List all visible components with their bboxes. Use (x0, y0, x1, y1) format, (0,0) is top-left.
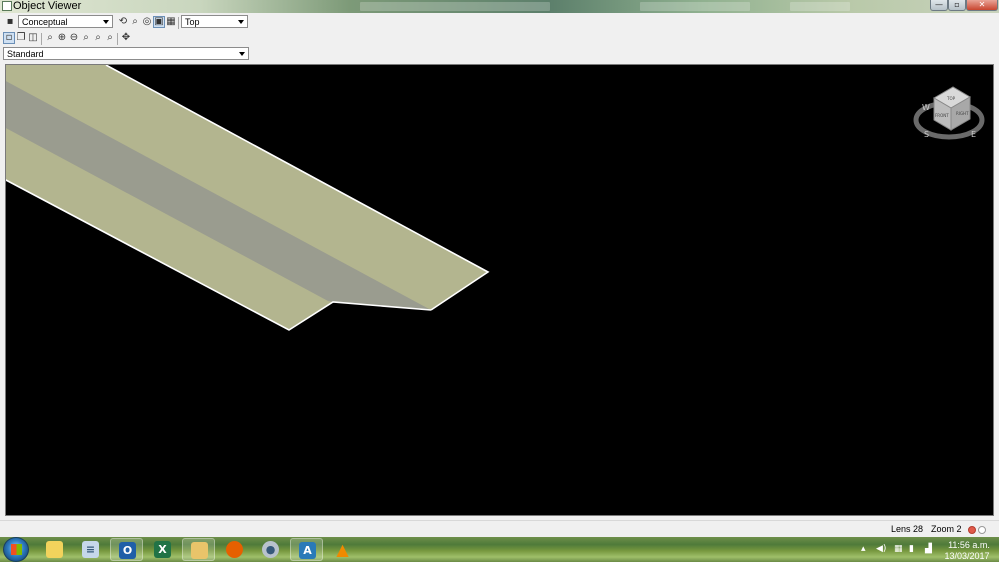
view-dropdown[interactable]: Top (181, 15, 248, 28)
action-center-icon[interactable]: ▮ (909, 544, 914, 554)
taskbar-notepad-button[interactable]: ≡ (74, 538, 107, 561)
chevron-down-icon (103, 20, 109, 24)
view-copy-icon[interactable]: ❐ (15, 32, 27, 44)
toolbar-separator (117, 33, 118, 45)
taskbar-vlc-button[interactable]: ▲ (326, 538, 359, 561)
taskbar-autocad-button[interactable]: A (290, 538, 323, 561)
background-window-title (360, 2, 550, 11)
ucs-dropdown[interactable]: Standard (3, 47, 249, 60)
zoom-out-icon[interactable]: ⊖ (68, 32, 80, 44)
viewcube[interactable]: W S E TOP FRONT RIGHT (913, 86, 985, 140)
toolbar-row-3: Standard (0, 47, 999, 63)
firefox-icon (226, 541, 243, 558)
preview-icon[interactable]: ▣ (153, 16, 165, 28)
compass-east-label: E (971, 130, 976, 139)
volume-icon[interactable]: ◀) (876, 544, 886, 554)
taskbar-outlook-button[interactable]: O (110, 538, 143, 561)
visual-style-dropdown[interactable]: Conceptual (18, 15, 113, 28)
outlook-icon: O (119, 542, 136, 559)
taskbar-excel-button[interactable]: X (146, 538, 179, 561)
title-bar: Object Viewer — ▫ ✕ (0, 0, 999, 13)
windows-logo-icon (11, 544, 22, 555)
background-window-title (790, 2, 850, 11)
excel-icon: X (154, 541, 171, 558)
chevron-down-icon (238, 20, 244, 24)
visual-style-value: Conceptual (22, 17, 68, 27)
show-hidden-icons-icon[interactable]: ▴ (861, 544, 866, 554)
view-cube-icon[interactable]: ▫ (3, 32, 15, 44)
gallery-icon[interactable]: ▦ (165, 16, 177, 28)
toolbar-separator (178, 17, 179, 29)
app-icon (2, 1, 12, 11)
model-canvas: W S E TOP FRONT RIGHT (6, 65, 985, 331)
road-surface (6, 65, 488, 330)
zoom-window-icon[interactable]: ⌕ (80, 32, 92, 44)
cube-front-label: FRONT (935, 113, 949, 118)
vlc-icon: ▲ (336, 540, 349, 559)
compass-south-label: S (924, 130, 929, 139)
minimize-button[interactable]: — (930, 0, 948, 11)
taskbar: ≡ O X ● A ▲ ▴ ◀) ▦ ▮ ▟ (0, 537, 999, 562)
view-value: Top (185, 17, 200, 27)
taskbar-chat-button[interactable]: ● (254, 538, 287, 561)
zoom-realtime-icon[interactable]: ⌕ (44, 32, 56, 44)
clock-date[interactable]: 13/03/2017 (942, 551, 992, 561)
chat-icon: ● (262, 541, 279, 558)
status-bar: Lens 28 Zoom 2 (0, 520, 999, 537)
cube-right-label: RIGHT (956, 111, 969, 116)
toolbar-row-1: ▪ Conceptual ⟲ ⌕ ◎ ▣ ▦ Top (0, 15, 999, 31)
autocad-icon: A (299, 542, 316, 559)
window-title: Object Viewer (13, 0, 82, 12)
zoom-extents-icon[interactable]: ⌕ (92, 32, 104, 44)
maximize-button[interactable]: ▫ (948, 0, 966, 11)
camera-icon[interactable]: ◫ (27, 32, 39, 44)
zoom-previous-icon[interactable]: ⌕ (104, 32, 116, 44)
taskbar-firefox-button[interactable] (218, 538, 251, 561)
taskbar-explorer-button[interactable] (38, 538, 71, 561)
zoom-in-icon[interactable]: ⊕ (56, 32, 68, 44)
lens-readout: Lens 28 (891, 524, 924, 534)
background-window-title (640, 2, 750, 11)
object-viewer-window: Object Viewer — ▫ ✕ ▪ Conceptual ⟲ ⌕ ◎ ▣… (0, 0, 999, 562)
save-icon[interactable]: ▪ (4, 16, 16, 28)
clock-time[interactable]: 11:56 a.m. (944, 540, 994, 550)
orbit-icon[interactable]: ⟲ (117, 16, 129, 28)
start-button[interactable] (3, 537, 29, 562)
explorer-icon (46, 541, 63, 558)
pan-icon[interactable]: ✥ (120, 32, 132, 44)
taskbar-file-manager-button[interactable] (182, 538, 215, 561)
cube-top-label: TOP (946, 96, 956, 101)
toolbar-separator (41, 33, 42, 45)
3d-viewport[interactable]: W S E TOP FRONT RIGHT (5, 64, 994, 516)
zoom-icon[interactable]: ⌕ (129, 16, 141, 28)
fit-icon[interactable]: ◎ (141, 16, 153, 28)
chevron-down-icon (239, 52, 245, 56)
zoom-readout: Zoom 2 (931, 524, 962, 534)
compass-west-label: W (922, 103, 930, 112)
status-indicator-gray[interactable] (978, 526, 986, 534)
toolbar-row-2: ▫ ❐ ◫ ⌕ ⊕ ⊖ ⌕ ⌕ ⌕ ✥ (0, 31, 999, 47)
close-button[interactable]: ✕ (966, 0, 998, 11)
ucs-value: Standard (7, 49, 44, 59)
windows-tray-icon[interactable]: ▦ (894, 544, 903, 554)
notepad-icon: ≡ (82, 541, 99, 558)
network-icon[interactable]: ▟ (925, 544, 932, 554)
status-indicator-red[interactable] (968, 526, 976, 534)
folder-icon (191, 542, 208, 559)
